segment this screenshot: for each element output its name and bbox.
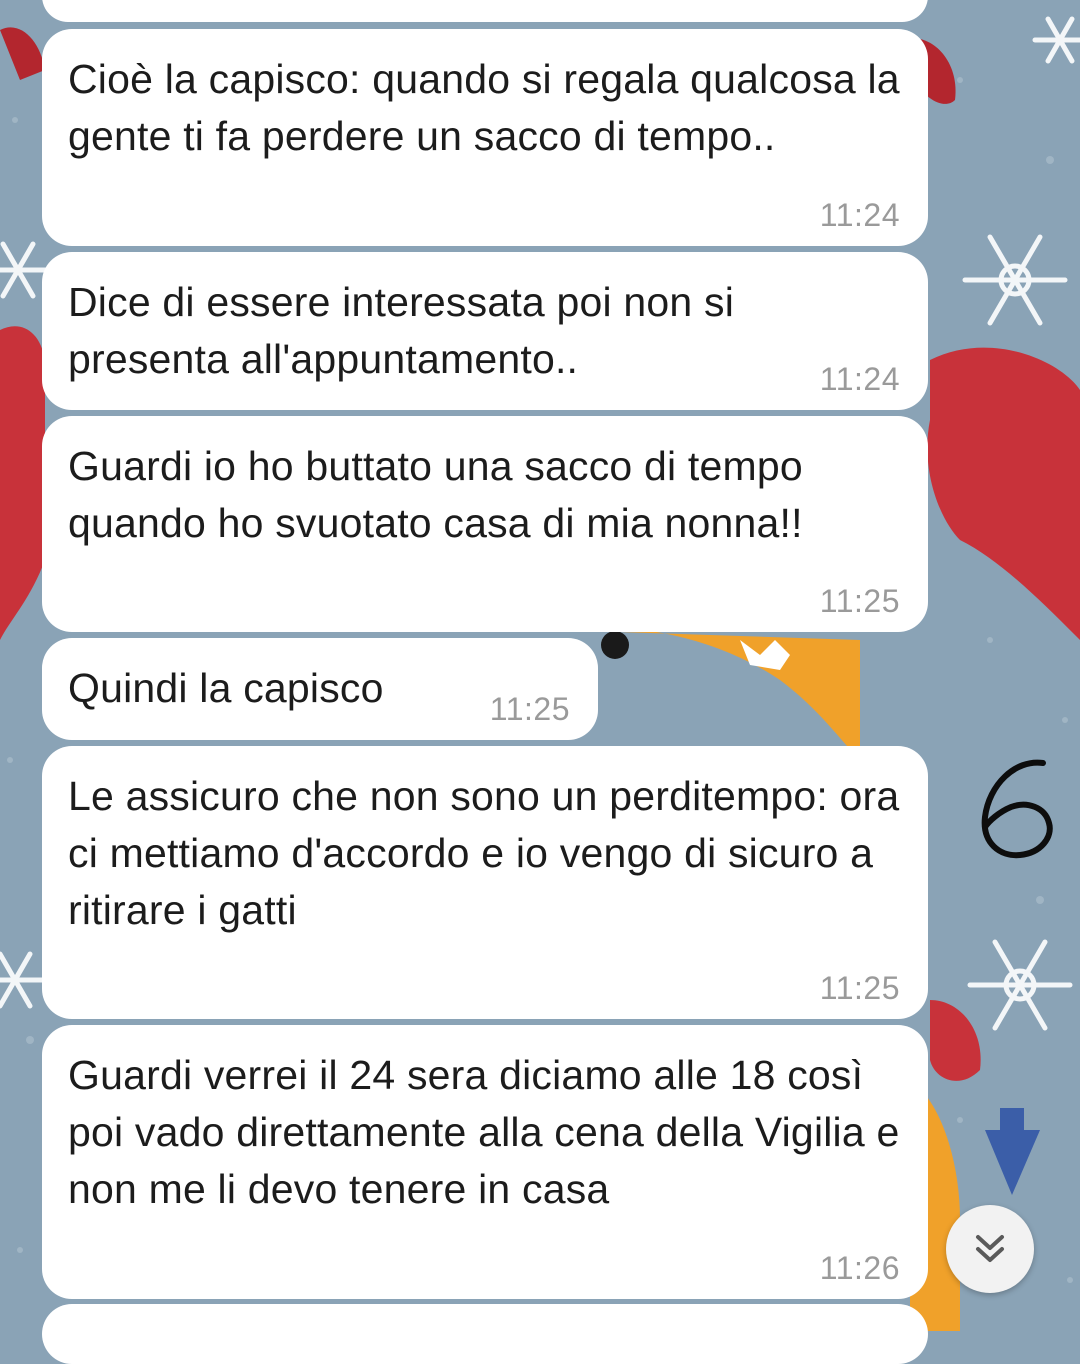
message-time: 11:25 xyxy=(489,691,570,727)
scroll-to-bottom-button[interactable] xyxy=(946,1205,1034,1293)
message-time: 11:26 xyxy=(819,1250,900,1286)
message-bubble[interactable]: Quindi la capisco 11:25 xyxy=(42,638,598,740)
message-bubble-partial-bottom[interactable] xyxy=(42,1304,928,1364)
message-text: Guardi verrei il 24 sera diciamo alle 18… xyxy=(68,1052,912,1212)
message-bubble[interactable]: Guardi io ho buttato una sacco di tempo … xyxy=(42,416,928,632)
message-bubble[interactable]: Cioè la capisco: quando si regala qualco… xyxy=(42,29,928,246)
message-time: 11:24 xyxy=(819,361,900,397)
message-bubble[interactable]: Le assicuro che non sono un perditempo: … xyxy=(42,746,928,1019)
message-time: 11:25 xyxy=(819,583,900,619)
message-time: 11:25 xyxy=(819,970,900,1006)
message-text: Dice di essere interessata poi non si pr… xyxy=(68,279,746,382)
handwritten-six-annotation xyxy=(981,759,1053,859)
message-bubble[interactable]: Guardi verrei il 24 sera diciamo alle 18… xyxy=(42,1025,928,1299)
message-text: Cioè la capisco: quando si regala qualco… xyxy=(68,56,912,159)
message-bubble[interactable]: Dice di essere interessata poi non si pr… xyxy=(42,252,928,410)
message-text: Guardi io ho buttato una sacco di tempo … xyxy=(68,443,815,546)
double-chevron-down-icon xyxy=(976,1235,1004,1262)
message-bubble-partial-top[interactable] xyxy=(42,0,928,22)
message-text: Le assicuro che non sono un perditempo: … xyxy=(68,773,911,933)
message-time: 11:24 xyxy=(819,197,900,233)
